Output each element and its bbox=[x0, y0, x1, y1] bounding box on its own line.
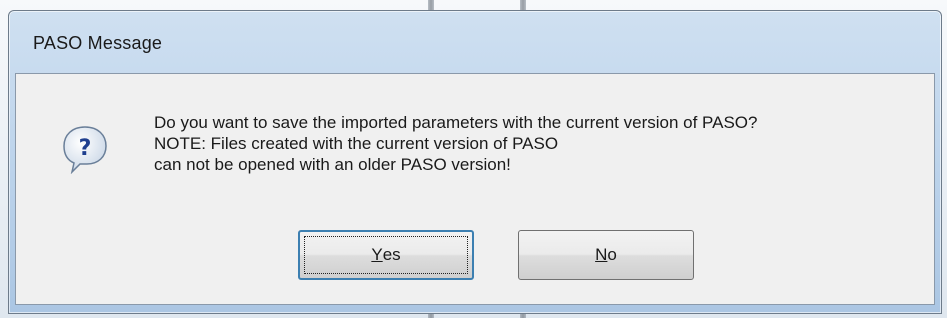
yes-mnemonic: Y bbox=[371, 245, 383, 264]
dialog-message: Do you want to save the imported paramet… bbox=[154, 112, 757, 175]
message-line: Do you want to save the imported paramet… bbox=[154, 113, 758, 132]
no-mnemonic: N bbox=[595, 245, 608, 264]
svg-text:?: ? bbox=[79, 136, 92, 161]
no-label-rest: o bbox=[607, 245, 617, 264]
yes-label-rest: es bbox=[382, 245, 401, 264]
dialog-titlebar[interactable]: PASO Message bbox=[9, 11, 941, 73]
yes-button[interactable]: Yes bbox=[298, 230, 474, 280]
message-line: NOTE: Files created with the current ver… bbox=[154, 134, 559, 153]
no-button[interactable]: No bbox=[518, 230, 694, 280]
dialog-title: PASO Message bbox=[33, 33, 163, 53]
question-icon: ? bbox=[63, 126, 107, 174]
message-dialog: PASO Message ? Do you want to save the i… bbox=[8, 10, 942, 314]
message-line: can not be opened with an older PASO ver… bbox=[154, 155, 511, 174]
dialog-body: ? Do you want to save the imported param… bbox=[15, 73, 935, 305]
